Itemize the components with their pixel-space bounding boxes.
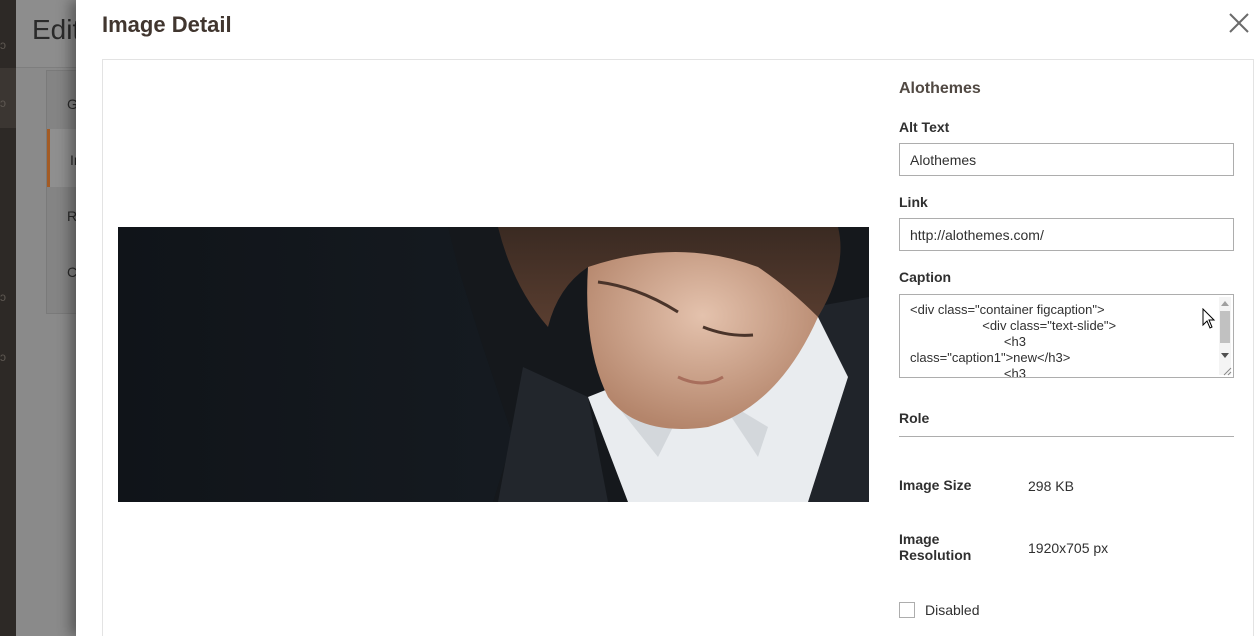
caption-scrollbar[interactable] [1219,297,1231,375]
product-photo [118,227,869,502]
image-detail-modal: Image Detail Alothemes Alt Text Alotheme… [76,0,1254,636]
admin-nav-icon[interactable]: ɔ [0,350,16,364]
caption-textarea[interactable]: <div class="container figcaption"> <div … [899,294,1234,378]
image-name: Alothemes [899,80,981,97]
modal-body: Alothemes Alt Text Link Caption <div cla… [102,59,1254,636]
admin-nav-icon[interactable]: ɔ [0,96,16,110]
modal-title: Image Detail [102,12,232,37]
image-resolution-value: 1920x705 px [1028,540,1109,556]
page-title: Edit [32,14,81,45]
disabled-checkbox[interactable] [899,602,915,618]
role-divider [899,436,1234,437]
image-resolution-label: Image Resolution [899,531,972,563]
link-label: Link [899,194,928,210]
mouse-pointer-icon [1202,308,1216,329]
caption-label: Caption [899,269,952,285]
caption-text[interactable]: <div class="container figcaption"> <div … [910,302,1215,377]
image-preview [118,227,869,502]
alt-text-label: Alt Text [899,119,950,135]
scroll-thumb[interactable] [1220,311,1230,343]
close-icon [1229,13,1249,33]
disabled-checkbox-label[interactable]: Disabled [925,602,979,618]
image-size-value: 298 KB [1028,478,1074,494]
scroll-up-arrow-icon[interactable] [1221,301,1229,306]
alt-text-input[interactable] [899,143,1234,176]
admin-side-nav: ɔ ɔ ɔ ɔ [0,0,16,636]
role-title: Role [899,410,930,426]
admin-nav-icon[interactable]: ɔ [0,38,16,52]
admin-nav-icon[interactable]: ɔ [0,290,16,304]
link-input[interactable] [899,218,1234,251]
image-size-label: Image Size [899,477,972,493]
resize-grip-icon[interactable] [1223,367,1232,376]
scroll-down-arrow-icon[interactable] [1221,353,1229,358]
close-button[interactable] [1226,10,1252,36]
